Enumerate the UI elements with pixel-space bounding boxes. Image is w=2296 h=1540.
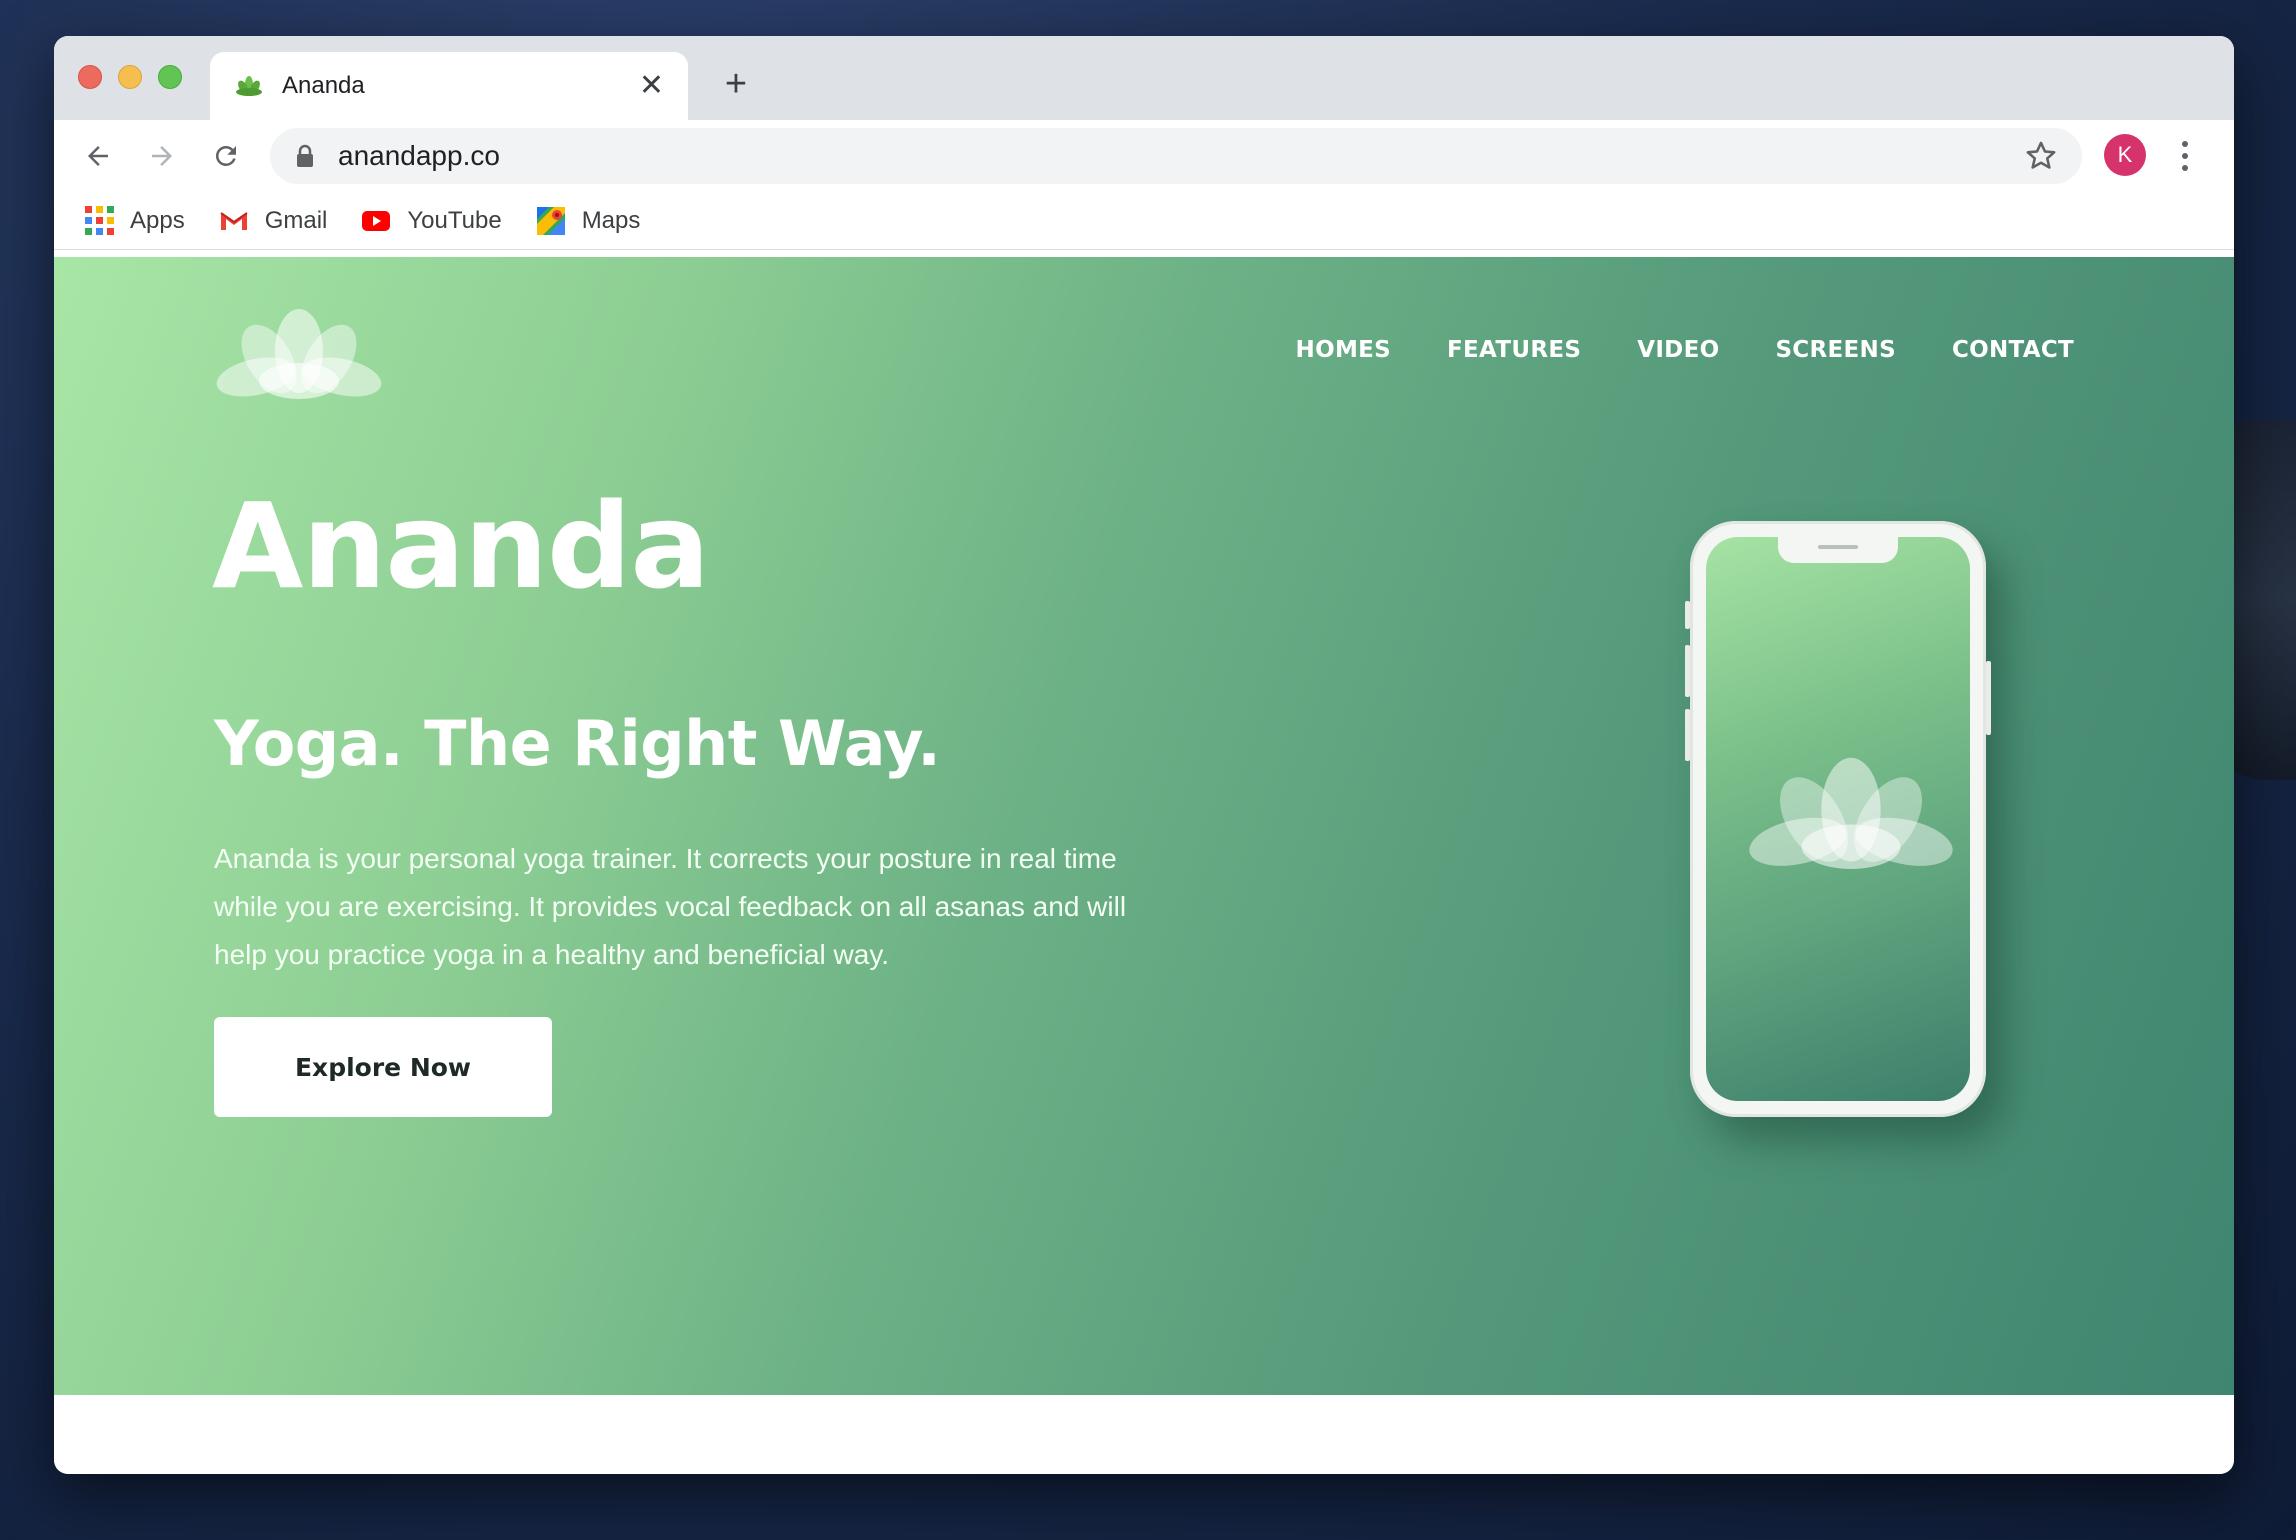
bookmarks-bar: Apps Gmail YouTube Maps — [54, 192, 2234, 250]
lotus-icon[interactable] — [214, 307, 384, 402]
phone-mockup — [1685, 521, 1991, 1117]
reload-icon — [215, 145, 236, 166]
bookmark-star-icon[interactable] — [2024, 139, 2058, 173]
phone-side-button — [1986, 661, 1991, 735]
lotus-icon — [1749, 757, 1953, 869]
phone-side-button — [1685, 645, 1690, 697]
tab-ananda[interactable]: Ananda ✕ — [210, 52, 688, 120]
bookmark-apps[interactable]: Apps — [84, 206, 185, 236]
bookmark-label: YouTube — [407, 206, 502, 234]
menu-dot — [2182, 153, 2188, 159]
tab-title: Ananda — [282, 72, 365, 99]
url-text[interactable]: anandapp.co — [338, 140, 2024, 172]
hero-description: Ananda is your personal yoga trainer. It… — [214, 843, 1127, 970]
new-tab-button[interactable]: + — [714, 62, 758, 106]
menu-dot — [2182, 165, 2188, 171]
browser-toolbar: anandapp.co K — [54, 120, 2234, 192]
maximize-window-button[interactable] — [158, 65, 182, 89]
address-bar[interactable]: anandapp.co — [270, 128, 2082, 184]
forward-button[interactable] — [138, 132, 186, 180]
menu-dot — [2182, 141, 2188, 147]
nav-features[interactable]: FEATURES — [1447, 337, 1581, 363]
tab-close-icon[interactable]: ✕ — [639, 71, 664, 101]
profile-avatar[interactable]: K — [2104, 134, 2146, 176]
bookmark-label: Apps — [130, 206, 185, 234]
phone-speaker — [1818, 545, 1858, 549]
bookmark-gmail[interactable]: Gmail — [219, 206, 328, 236]
phone-notch — [1778, 537, 1898, 563]
reload-button[interactable] — [202, 132, 250, 180]
apps-grid-icon — [84, 206, 114, 236]
nav-screens[interactable]: SCREENS — [1775, 337, 1896, 363]
phone-side-button — [1685, 601, 1690, 629]
page-below-hero — [54, 1395, 2234, 1474]
bookmark-label: Gmail — [264, 206, 328, 234]
explore-now-button[interactable]: Explore Now — [214, 1017, 552, 1117]
gmail-icon — [219, 206, 249, 236]
bookmark-label: Maps — [581, 206, 641, 234]
site-nav: HOMES FEATURES VIDEO SCREENS CONTACT — [1296, 337, 2074, 363]
phone-side-button — [1685, 709, 1690, 761]
maps-icon — [536, 206, 566, 236]
back-button[interactable] — [74, 132, 122, 180]
bookmark-maps[interactable]: Maps — [536, 206, 641, 236]
browser-window: Ananda ✕ + anandapp.co K Apps Gmail YouT… — [54, 36, 2234, 1474]
minimize-window-button[interactable] — [118, 65, 142, 89]
close-window-button[interactable] — [78, 65, 102, 89]
arrow-left-icon — [88, 146, 108, 166]
lotus-favicon-icon — [236, 76, 262, 96]
arrow-right-icon — [152, 146, 172, 166]
hero-subtitle: Yoga. The Right Way. — [214, 707, 941, 780]
tab-strip: Ananda ✕ + — [54, 36, 2234, 120]
nav-contact[interactable]: CONTACT — [1952, 337, 2074, 363]
bookmark-youtube[interactable]: YouTube — [361, 206, 502, 236]
lock-icon — [297, 144, 313, 167]
phone-screen — [1706, 537, 1970, 1101]
nav-video[interactable]: VIDEO — [1637, 337, 1719, 363]
browser-menu-button[interactable] — [2170, 134, 2200, 178]
nav-homes[interactable]: HOMES — [1296, 337, 1391, 363]
hero-title: Ananda — [212, 477, 710, 615]
hero-section: HOMES FEATURES VIDEO SCREENS CONTACT Ana… — [54, 257, 2234, 1395]
youtube-icon — [361, 206, 391, 236]
